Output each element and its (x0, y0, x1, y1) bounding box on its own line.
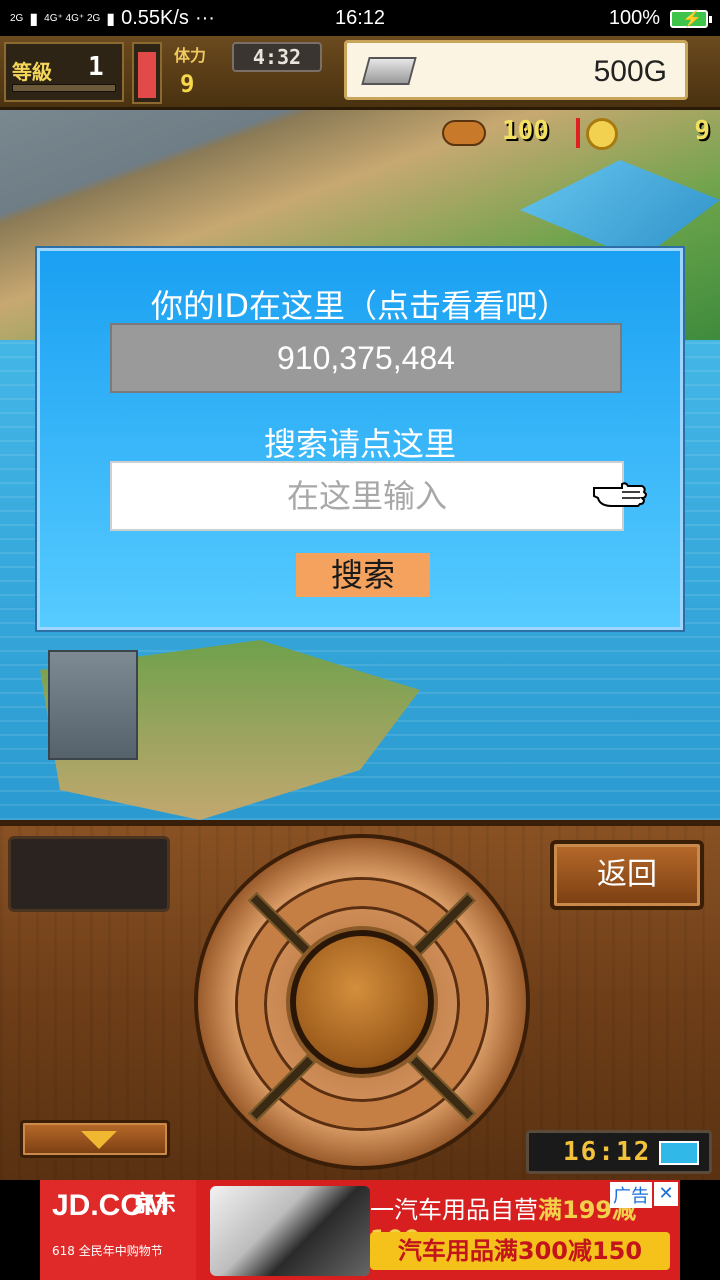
controller-panel: 返回 16:12 (0, 820, 720, 1180)
coin-count: 9 (694, 116, 710, 146)
ad-brand-area: JD.COM 京东 618 全民年中购物节 (40, 1180, 196, 1280)
gold-panel: 500G (344, 40, 688, 100)
panel-divider (0, 820, 720, 826)
game-timer: 4:32 (232, 42, 322, 72)
info-slot (8, 836, 170, 912)
game-hud: 等級 1 体力 9 4:32 500G (0, 36, 720, 110)
back-button[interactable]: 返回 (550, 840, 704, 910)
device-clock-panel: 16:12 (526, 1130, 712, 1174)
battery-charging-icon (659, 1141, 699, 1165)
dialog-title: 你的ID在这里（点击看看吧） (150, 287, 570, 325)
device-clock-time: 16:12 (563, 1137, 652, 1167)
ad-label: 广告 (610, 1182, 652, 1208)
ad-banner[interactable]: JD.COM 京东 618 全民年中购物节 一汽车用品自营满199减100 汽车… (40, 1180, 680, 1280)
chevron-down-icon (81, 1131, 117, 1149)
gold-value: 500G (593, 55, 667, 88)
coin-icon (586, 118, 618, 150)
stamina-label: 体力 (174, 46, 207, 65)
battery-percent: 100% (608, 7, 660, 29)
status-bar: 2G ▮ 4G⁺ 4G⁺ 2G ▮ 0.55K/s ··· 16:12 100%… (0, 0, 720, 36)
player-id-box[interactable]: 910,375,484 (110, 323, 622, 393)
fish-icon (442, 120, 486, 146)
close-icon[interactable]: ✕ (654, 1182, 678, 1206)
exp-bar (12, 84, 116, 92)
stamina-clock-panel: 体力 9 4:32 (168, 40, 326, 104)
ad-brand-sub: 618 全民年中购物节 (52, 1244, 163, 1258)
level-panel: 等級 1 (4, 42, 124, 102)
resource-panel: 100 9 (438, 116, 716, 152)
hp-gauge-fill (138, 52, 156, 98)
level-label: 等級 (12, 60, 52, 84)
map-castle-tower (48, 650, 138, 760)
search-input[interactable]: 在这里输入 (110, 461, 624, 531)
status-right: 100% ⚡ (608, 7, 712, 30)
search-button[interactable]: 搜索 (296, 553, 430, 597)
menu-toggle-button[interactable] (20, 1120, 170, 1158)
ad-brand-cn: 京东 (132, 1191, 177, 1216)
ad-product-image (210, 1186, 370, 1276)
ad-offer: 汽车用品满300减150 (370, 1232, 670, 1270)
hp-gauge (132, 42, 162, 104)
search-hint: 搜索请点这里 (263, 425, 456, 463)
dpad-center-button[interactable] (290, 930, 434, 1074)
battery-icon: ⚡ (670, 9, 712, 28)
pointing-hand-icon (593, 482, 648, 507)
id-search-dialog: 你的ID在这里（点击看看吧） 910,375,484 搜索请点这里 在这里输入 … (37, 248, 683, 630)
level-value: 1 (88, 52, 104, 82)
stamina-value: 9 (180, 70, 195, 98)
resource-divider (576, 118, 580, 148)
fish-count: 100 (502, 116, 549, 146)
silver-bar-icon (361, 57, 417, 85)
